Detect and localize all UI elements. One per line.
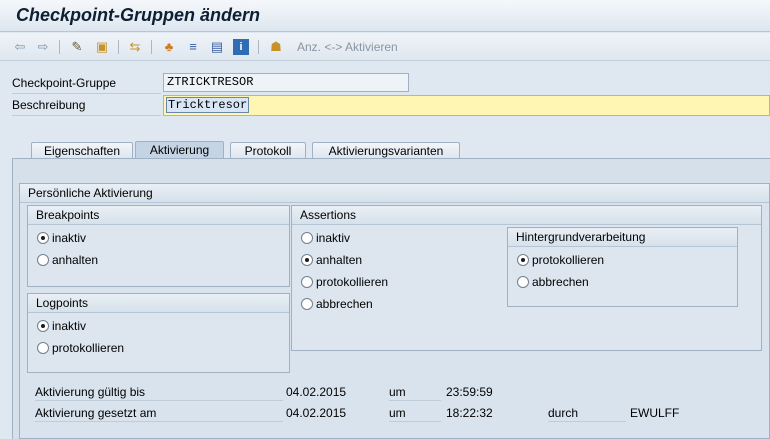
application-toolbar: ⇦ ⇨ ✎ ▣ ⇆ ♣ ≡ ▤ i ☗ Anz. <-> Aktivieren (0, 33, 770, 61)
field-underline (389, 400, 441, 401)
hierarchy-icon[interactable]: ♣ (161, 39, 177, 55)
field-underline (35, 400, 283, 401)
assertions-protokollieren-radio[interactable]: protokollieren (301, 275, 388, 291)
window-title: Checkpoint-Gruppen ändern (16, 5, 261, 25)
radio-button[interactable] (37, 320, 49, 332)
field-underline (35, 421, 283, 422)
assertions-inaktiv-radio[interactable]: inaktiv (301, 231, 350, 247)
radio-label: inaktiv (52, 231, 87, 245)
radio-button[interactable] (517, 276, 529, 288)
description-value: Tricktresor (166, 97, 250, 113)
toggle-display-activate-button[interactable]: Anz. <-> Aktivieren (297, 40, 398, 54)
display-change-icon[interactable]: ✎ (69, 39, 85, 55)
title-bar: Checkpoint-Gruppen ändern (0, 0, 770, 32)
radio-label: anhalten (52, 253, 99, 267)
toolbar-separator (151, 40, 152, 54)
assertions-abbrechen-radio[interactable]: abbrechen (301, 297, 373, 313)
radio-label: protokollieren (532, 253, 605, 267)
tab-eigenschaften[interactable]: Eigenschaften (31, 142, 133, 159)
valid-until-date: 04.02.2015 (286, 385, 347, 399)
background-abbrechen-radio[interactable]: abbrechen (517, 275, 589, 291)
tab-protokoll[interactable]: Protokoll (230, 142, 306, 159)
group-title: Breakpoints (28, 206, 289, 225)
description-field[interactable]: Tricktresor (163, 95, 770, 116)
forward-icon[interactable]: ⇨ (35, 39, 51, 55)
radio-button[interactable] (301, 254, 313, 266)
set-on-time: 18:22:32 (446, 406, 493, 420)
radio-button[interactable] (301, 298, 313, 310)
radio-label: abbrechen (532, 275, 589, 289)
object-list-icon[interactable]: ▤ (209, 39, 225, 55)
background-protokollieren-radio[interactable]: protokollieren (517, 253, 604, 269)
at-label: um (389, 406, 406, 420)
tab-aktivierung[interactable]: Aktivierung (135, 141, 224, 159)
group-title: Hintergrundverarbeitung (508, 228, 737, 247)
field-underline (548, 421, 626, 422)
toolbar-separator (118, 40, 119, 54)
toolbar-separator (59, 40, 60, 54)
set-on-date: 04.02.2015 (286, 406, 347, 420)
radio-button[interactable] (37, 342, 49, 354)
valid-until-time: 23:59:59 (446, 385, 493, 399)
breakpoints-anhalten-radio[interactable]: anhalten (37, 253, 98, 269)
description-label: Beschreibung (12, 98, 86, 112)
toolbar-separator (258, 40, 259, 54)
where-used-icon[interactable]: ⇆ (127, 39, 143, 55)
radio-button[interactable] (301, 232, 313, 244)
set-on-label: Aktivierung gesetzt am (35, 406, 157, 420)
field-underline (389, 421, 441, 422)
field-underline (12, 115, 161, 116)
set-by-user: EWULFF (630, 406, 680, 420)
assertions-anhalten-radio[interactable]: anhalten (301, 253, 362, 269)
user-icon[interactable]: ☗ (268, 39, 284, 55)
radio-label: abbrechen (316, 297, 373, 311)
info-icon[interactable]: i (233, 39, 249, 55)
group-label: Checkpoint-Gruppe (12, 76, 117, 90)
tab-aktivierungsvarianten[interactable]: Aktivierungsvarianten (312, 142, 460, 159)
group-field[interactable]: ZTRICKTRESOR (163, 73, 409, 92)
radio-button[interactable] (37, 254, 49, 266)
radio-label: inaktiv (52, 319, 87, 333)
radio-button[interactable] (37, 232, 49, 244)
radio-label: protokollieren (316, 275, 389, 289)
group-title: Persönliche Aktivierung (20, 184, 769, 203)
list-icon[interactable]: ≡ (185, 39, 201, 55)
valid-until-label: Aktivierung gültig bis (35, 385, 146, 399)
at-label: um (389, 385, 406, 399)
radio-button[interactable] (301, 276, 313, 288)
activate-icon[interactable]: ▣ (94, 39, 110, 55)
group-title: Assertions (292, 206, 761, 225)
logpoints-inaktiv-radio[interactable]: inaktiv (37, 319, 86, 335)
radio-button[interactable] (517, 254, 529, 266)
radio-label: inaktiv (316, 231, 351, 245)
by-label: durch (548, 406, 579, 420)
group-title: Logpoints (28, 294, 289, 313)
radio-label: anhalten (316, 253, 363, 267)
field-underline (12, 93, 161, 94)
breakpoints-inaktiv-radio[interactable]: inaktiv (37, 231, 86, 247)
radio-label: protokollieren (52, 341, 125, 355)
back-icon[interactable]: ⇦ (12, 39, 28, 55)
logpoints-protokollieren-radio[interactable]: protokollieren (37, 341, 124, 357)
